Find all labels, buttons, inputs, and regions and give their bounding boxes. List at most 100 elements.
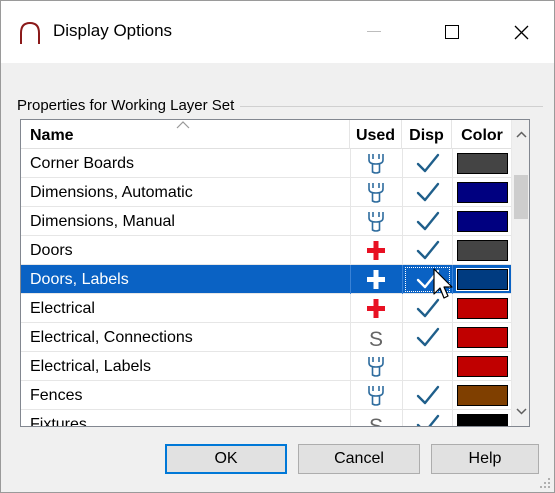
plus-icon — [367, 299, 385, 318]
checkmark-icon — [416, 182, 440, 202]
color-cell[interactable] — [452, 410, 511, 426]
cancel-button[interactable]: Cancel — [298, 444, 420, 474]
system-s-icon: S — [369, 415, 383, 427]
color-swatch[interactable] — [457, 240, 508, 261]
scroll-down-button[interactable] — [512, 397, 529, 426]
sort-ascending-icon — [176, 121, 190, 129]
table-row[interactable]: Electrical, Labels — [21, 352, 511, 381]
color-swatch[interactable] — [457, 414, 508, 426]
table-row[interactable]: Dimensions, Automatic — [21, 178, 511, 207]
in-use-icon — [368, 212, 384, 232]
color-swatch[interactable] — [457, 298, 508, 319]
color-cell[interactable] — [452, 265, 511, 294]
color-swatch[interactable] — [457, 211, 508, 232]
table-row[interactable]: Electrical, Connections S — [21, 323, 511, 352]
layer-name: Dimensions, Automatic — [30, 184, 193, 201]
scroll-up-button[interactable] — [512, 120, 529, 149]
column-header-color[interactable]: Color — [452, 120, 512, 149]
table-row[interactable]: Fixtures S — [21, 410, 511, 427]
checkmark-icon — [416, 385, 440, 405]
mouse-pointer-icon — [433, 268, 453, 299]
table-row[interactable]: Doors — [21, 236, 511, 265]
color-cell[interactable] — [452, 294, 511, 323]
chevron-up-icon — [515, 131, 527, 138]
display-options-dialog: Display Options Properties for Working L… — [0, 0, 555, 493]
layer-name: Fences — [30, 387, 83, 404]
window-title: Display Options — [53, 21, 173, 40]
system-s-icon: S — [369, 328, 383, 349]
color-cell[interactable] — [452, 381, 511, 410]
plus-icon — [367, 241, 385, 260]
color-cell[interactable] — [452, 236, 511, 265]
checkmark-icon — [416, 414, 440, 426]
maximize-button[interactable] — [429, 11, 475, 53]
layer-name: Dimensions, Manual — [30, 213, 175, 230]
used-cell[interactable]: S — [350, 410, 402, 427]
scroll-thumb[interactable] — [514, 175, 528, 219]
table-row[interactable]: Corner Boards — [21, 149, 511, 178]
used-cell[interactable] — [350, 236, 402, 265]
checkmark-icon — [416, 327, 440, 347]
column-header-used[interactable]: Used — [350, 120, 402, 149]
checkmark-icon — [416, 211, 440, 231]
app-arch-icon — [20, 21, 40, 44]
column-header-disp[interactable]: Disp — [402, 120, 452, 149]
help-button[interactable]: Help — [431, 444, 539, 474]
resize-grip-icon[interactable] — [539, 477, 551, 489]
ok-button[interactable]: OK — [165, 444, 287, 474]
used-cell[interactable] — [350, 294, 402, 323]
color-swatch[interactable] — [457, 327, 508, 348]
display-checkbox[interactable] — [402, 381, 452, 410]
close-button[interactable] — [498, 11, 544, 53]
in-use-icon — [368, 183, 384, 203]
minimize-icon — [367, 31, 381, 32]
vertical-scrollbar[interactable] — [511, 120, 529, 426]
color-swatch[interactable] — [457, 182, 508, 203]
display-checkbox[interactable] — [402, 236, 452, 265]
used-cell[interactable] — [350, 149, 402, 178]
layer-name: Fixtures — [30, 416, 87, 427]
color-cell[interactable] — [452, 207, 511, 236]
maximize-icon — [445, 25, 459, 39]
checkmark-icon — [416, 240, 440, 260]
used-cell[interactable] — [350, 381, 402, 410]
used-cell[interactable] — [350, 265, 402, 294]
used-cell[interactable] — [350, 207, 402, 236]
table-row[interactable]: Dimensions, Manual — [21, 207, 511, 236]
svg-text:S: S — [369, 415, 383, 427]
in-use-icon — [368, 357, 384, 377]
used-cell[interactable] — [350, 178, 402, 207]
title-bar[interactable]: Display Options — [1, 1, 554, 63]
used-cell[interactable]: S — [350, 323, 402, 352]
layer-name: Doors — [30, 242, 73, 259]
used-cell[interactable] — [350, 352, 402, 381]
color-cell[interactable] — [452, 149, 511, 178]
display-checkbox[interactable] — [402, 178, 452, 207]
layer-name: Electrical — [30, 300, 95, 317]
svg-text:S: S — [369, 328, 383, 349]
display-checkbox[interactable] — [402, 323, 452, 352]
table-row[interactable]: Fences — [21, 381, 511, 410]
color-swatch[interactable] — [457, 385, 508, 406]
plus-icon — [367, 270, 385, 289]
layer-name: Electrical, Connections — [30, 329, 193, 346]
display-checkbox[interactable] — [402, 352, 452, 381]
color-cell[interactable] — [452, 178, 511, 207]
display-checkbox[interactable] — [402, 410, 452, 426]
table-header: Name Used Disp Color — [21, 120, 511, 149]
display-checkbox[interactable] — [402, 149, 452, 178]
minimize-button[interactable] — [351, 11, 397, 53]
color-cell[interactable] — [452, 352, 511, 381]
layer-name: Electrical, Labels — [30, 358, 151, 375]
layer-name: Doors, Labels — [30, 271, 129, 288]
column-header-name-label: Name — [30, 127, 74, 144]
color-swatch[interactable] — [457, 356, 508, 377]
column-header-name[interactable]: Name — [21, 120, 350, 149]
group-label: Properties for Working Layer Set — [17, 97, 241, 114]
color-swatch[interactable] — [456, 268, 509, 291]
checkmark-icon — [416, 153, 440, 173]
in-use-icon — [368, 386, 384, 406]
color-swatch[interactable] — [457, 153, 508, 174]
color-cell[interactable] — [452, 323, 511, 352]
display-checkbox[interactable] — [402, 207, 452, 236]
